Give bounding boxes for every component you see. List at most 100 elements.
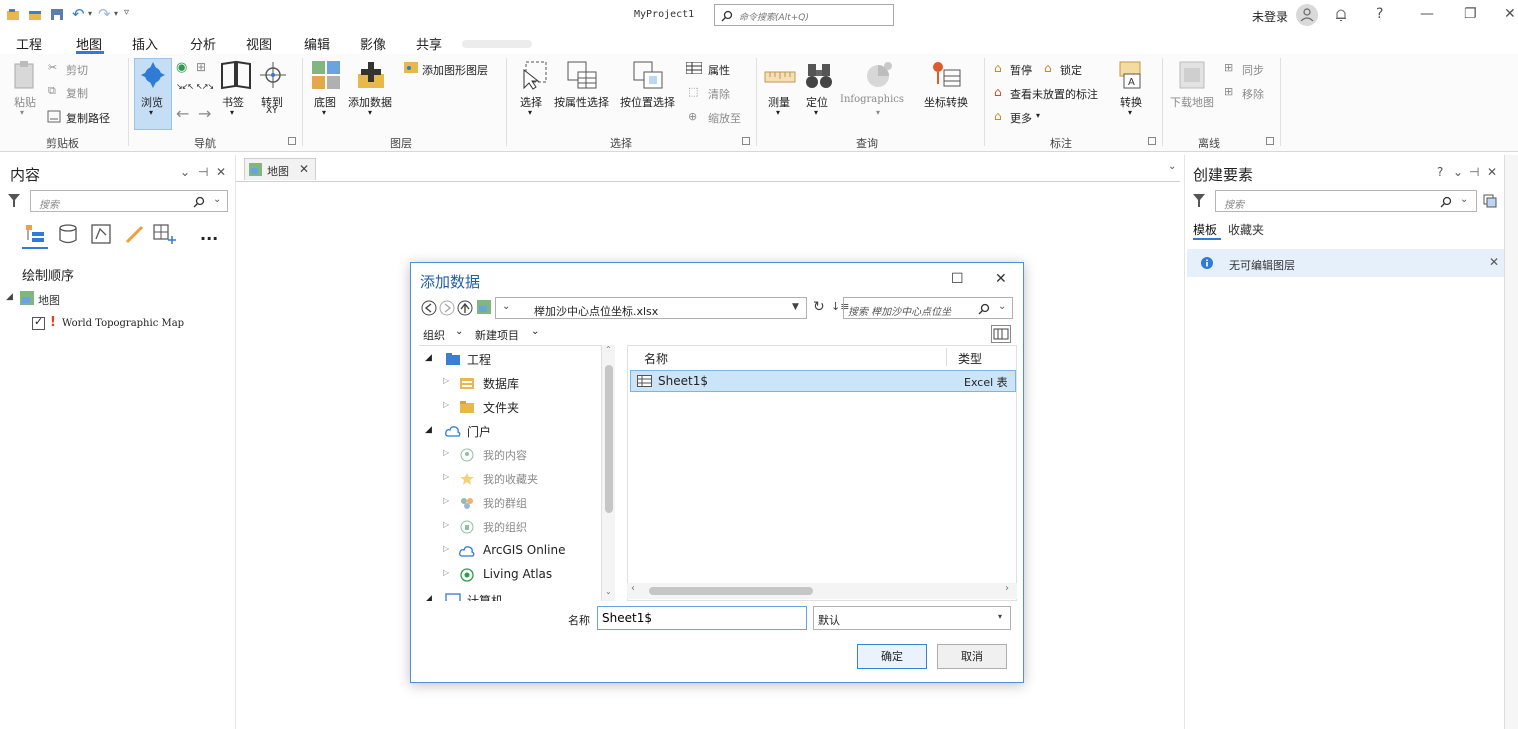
fixed-zoom-in-icon[interactable]: ↘↙↖ (176, 82, 194, 91)
location-map-icon[interactable] (477, 300, 491, 314)
layer-visibility-checkbox[interactable]: ✓ (32, 315, 45, 330)
expand-arrow-icon[interactable]: ▷ (443, 568, 449, 577)
list-by-source-icon[interactable] (58, 223, 78, 245)
address-bar[interactable]: ⌄ 榉加沙中心点位坐标.xlsx ▼ (495, 297, 807, 319)
expand-arrow-icon[interactable]: ▷ (443, 496, 449, 505)
pause-labeling-button[interactable]: 暂停 (1010, 62, 1032, 78)
explore-dropdown-icon[interactable]: ▾ (149, 108, 153, 117)
filter-icon[interactable] (1193, 194, 1205, 208)
more-labeling-button[interactable]: 更多 (1010, 110, 1032, 126)
sync-button[interactable]: 同步 (1242, 62, 1264, 78)
cut-button[interactable]: 剪切 (66, 62, 88, 78)
table-row[interactable]: Sheet1$ Excel 表 (630, 370, 1016, 392)
pin-pane-icon[interactable]: ⊣ (1469, 165, 1479, 179)
more-labeling-dropdown-icon[interactable]: ▾ (1036, 111, 1040, 120)
close-window-icon[interactable]: ✕ (1504, 6, 1516, 22)
search-options-dropdown-icon[interactable]: ⌄ (213, 194, 221, 205)
tab-insert[interactable]: 插入 (132, 34, 158, 53)
new-item-dropdown-icon[interactable]: ⌄ (531, 326, 539, 337)
world-topographic-layer[interactable]: World Topographic Map (62, 318, 184, 329)
sign-in-status[interactable]: 未登录 (1252, 8, 1288, 25)
tab-share[interactable]: 共享 (416, 34, 442, 53)
zoom-to-selection-button[interactable]: 缩放至 (708, 110, 741, 126)
labeling-options-launcher[interactable] (1148, 137, 1156, 145)
select-by-location-button[interactable]: 按位置选择 (620, 94, 675, 110)
back-arrow-icon[interactable] (421, 300, 437, 316)
measure-dropdown-icon[interactable]: ▾ (776, 108, 780, 117)
filter-dropdown-icon[interactable]: ▾ (998, 612, 1002, 621)
search-options-dropdown-icon[interactable]: ⌄ (998, 301, 1006, 312)
collapse-arrow-icon[interactable]: ◢ (425, 425, 432, 435)
tab-analysis[interactable]: 分析 (190, 34, 216, 53)
tab-view[interactable]: 视图 (246, 34, 272, 53)
tab-edit[interactable]: 编辑 (304, 34, 330, 53)
search-options-dropdown-icon[interactable]: ⌄ (1460, 194, 1468, 205)
back-arrow-icon[interactable]: ← (176, 104, 189, 123)
previous-extent-icon[interactable]: ⊞ (196, 60, 206, 74)
forward-arrow-icon[interactable] (439, 300, 455, 316)
download-map-button[interactable]: 下载地图 (1170, 94, 1214, 110)
address-dropdown-icon[interactable]: ▼ (792, 302, 799, 312)
fixed-zoom-out-icon[interactable]: ↖↗↘ (196, 82, 214, 91)
name-input[interactable] (597, 606, 807, 630)
tree-item-computer[interactable]: 计算机 (467, 592, 503, 601)
convert-coordinates-button[interactable]: 坐标转换 (924, 94, 968, 110)
pane-options-dropdown-icon[interactable]: ⌄ (1453, 165, 1463, 179)
forward-arrow-icon[interactable]: → (198, 104, 211, 123)
lock-labels-button[interactable]: 锁定 (1060, 62, 1082, 78)
column-divider[interactable] (946, 348, 947, 366)
scroll-up-icon[interactable]: ⌃ (605, 345, 612, 354)
tree-scrollbar-thumb[interactable] (605, 365, 613, 513)
expand-arrow-icon[interactable]: ▷ (443, 472, 449, 481)
copy-path-button[interactable]: 复制路径 (66, 110, 110, 126)
notification-bell-icon[interactable] (1334, 7, 1348, 22)
select-dropdown-icon[interactable]: ▾ (528, 108, 532, 117)
save-project-icon[interactable] (50, 8, 64, 21)
cancel-button[interactable]: 取消 (937, 644, 1007, 669)
attributes-button[interactable]: 属性 (708, 62, 730, 78)
tree-item-my-groups[interactable]: 我的群组 (483, 495, 527, 511)
tree-item-living-atlas[interactable]: Living Atlas (483, 567, 552, 581)
navigate-options-launcher[interactable] (288, 137, 296, 145)
list-by-selection-icon[interactable] (90, 223, 112, 245)
infographics-dropdown-icon[interactable]: ▾ (876, 108, 880, 117)
dismiss-message-icon[interactable]: ✕ (1489, 255, 1499, 269)
column-header-type[interactable]: 类型 (958, 350, 982, 367)
dialog-search-input[interactable]: 搜索 榉加沙中心点位坐 ⌄ (843, 297, 1013, 319)
list-scrollbar-thumb[interactable] (649, 587, 813, 595)
filter-select[interactable]: 默认 ▾ (813, 606, 1011, 630)
manage-templates-icon[interactable] (1483, 194, 1497, 208)
help-icon[interactable]: ? (1376, 6, 1383, 22)
expand-arrow-icon[interactable]: ▷ (443, 448, 449, 457)
more-views-button[interactable]: ... (200, 225, 218, 244)
open-project-icon[interactable] (28, 8, 42, 21)
tree-item-arcgis-online[interactable]: ArcGIS Online (483, 543, 565, 557)
column-header-name[interactable]: 名称 (644, 350, 668, 367)
pane-options-dropdown-icon[interactable]: ⌄ (180, 165, 190, 179)
basemap-dropdown-icon[interactable]: ▾ (322, 108, 326, 117)
tree-item-portal[interactable]: 门户 (467, 423, 491, 440)
new-item-menu[interactable]: 新建项目 (475, 327, 519, 343)
remove-offline-button[interactable]: 移除 (1242, 86, 1264, 102)
paste-icon[interactable] (12, 60, 36, 90)
address-history-dropdown-icon[interactable]: ⌄ (502, 301, 510, 312)
tree-item-my-content[interactable]: 我的内容 (483, 447, 527, 463)
infographics-button[interactable]: Infographics (840, 94, 904, 105)
tab-imagery[interactable]: 影像 (360, 34, 386, 53)
undo-icon[interactable]: ↶ (72, 5, 85, 23)
new-project-icon[interactable] (6, 8, 20, 21)
full-extent-icon[interactable]: ◉ (176, 60, 187, 75)
list-horizontal-scrollbar[interactable]: ‹ › (627, 583, 1017, 599)
clear-selection-button[interactable]: 清除 (708, 86, 730, 102)
organize-menu[interactable]: 组织 (423, 327, 445, 343)
add-data-dropdown-icon[interactable]: ▾ (368, 108, 372, 117)
list-by-editing-icon[interactable] (124, 223, 146, 245)
tab-project[interactable]: 工程 (16, 34, 42, 53)
tree-item-databases[interactable]: 数据库 (483, 375, 519, 392)
expand-arrow-icon[interactable]: ▷ (443, 520, 449, 529)
bookmarks-dropdown-icon[interactable]: ▾ (230, 108, 234, 117)
list-by-drawing-order-icon[interactable] (24, 223, 46, 245)
filter-icon[interactable] (8, 194, 20, 208)
list-by-snapping-icon[interactable] (152, 223, 178, 245)
select-by-attributes-button[interactable]: 按属性选择 (554, 94, 609, 110)
